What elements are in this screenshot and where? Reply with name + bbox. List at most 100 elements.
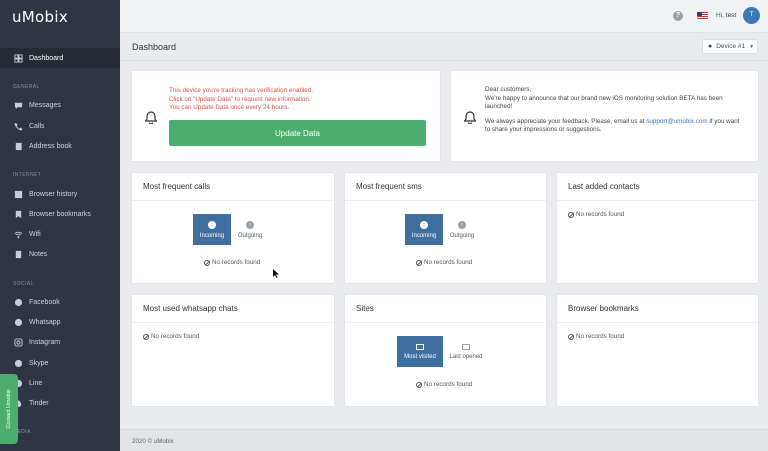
notes-icon <box>13 249 23 259</box>
bell-icon <box>145 111 157 124</box>
card-title: Last added contacts <box>557 173 758 201</box>
device-label: Device #1 <box>716 43 746 50</box>
phone-icon <box>13 121 23 131</box>
outgoing-button[interactable]: ↑ Outgoing <box>443 214 481 245</box>
sidebar-item-label: Notes <box>29 250 48 258</box>
announcement-card: Dear customers, We're happy to announce t… <box>450 70 759 162</box>
sidebar-item-label: Tinder <box>29 399 49 407</box>
sidebar-item-notes[interactable]: Notes <box>0 244 120 264</box>
sidebar-item-facebook[interactable]: Facebook <box>0 292 120 312</box>
section-internet: INTERNET <box>13 172 42 178</box>
announcement-text: Dear customers, We're happy to announce t… <box>485 86 740 133</box>
outgoing-icon: ↑ <box>246 220 254 229</box>
whatsapp-card: Most used whatsapp chats No records foun… <box>131 294 335 407</box>
calls-card: Most frequent calls ↓ Incoming ↑ Outgoing … <box>131 172 335 284</box>
outgoing-icon: ↑ <box>458 220 466 229</box>
bell-icon <box>464 111 476 124</box>
card-title: Most used whatsapp chats <box>132 295 334 323</box>
ban-icon <box>416 259 422 266</box>
copyright-text: 2020 © uMobix <box>132 438 174 445</box>
avatar[interactable]: T <box>743 7 760 24</box>
sidebar-item-messages[interactable]: Messages <box>0 95 120 115</box>
sidebar-item-dashboard[interactable]: Dashboard <box>0 48 120 68</box>
whatsapp-icon <box>13 317 23 327</box>
mouse-cursor-icon <box>273 269 279 278</box>
empty-state: No records found <box>568 211 624 218</box>
card-title: Sites <box>345 295 546 323</box>
empty-state: No records found <box>416 259 472 266</box>
browser-history-icon <box>13 189 23 199</box>
section-social: SOCIAL <box>13 281 34 287</box>
sidebar: uMobix Dashboard GENERAL Messages Calls … <box>0 0 120 451</box>
header-divider <box>120 60 768 61</box>
contact-umobix-tab[interactable]: Contact Umobix <box>0 374 18 444</box>
sidebar-item-tinder[interactable]: Tinder <box>0 393 120 413</box>
incoming-button[interactable]: ↓ Incoming <box>405 214 443 245</box>
us-flag-icon[interactable] <box>697 12 708 20</box>
device-select[interactable]: ● Device #1 ▼ <box>702 39 758 54</box>
card-title: Most frequent calls <box>132 173 334 201</box>
calendar-icon <box>462 343 470 350</box>
wifi-icon <box>13 229 23 239</box>
contact-tab-label: Contact Umobix <box>6 389 12 429</box>
incoming-button[interactable]: ↓ Incoming <box>193 214 231 245</box>
calls-toggle: ↓ Incoming ↑ Outgoing <box>193 214 269 245</box>
empty-state: No records found <box>416 381 472 388</box>
ban-icon <box>568 211 574 218</box>
most-visited-button[interactable]: Most visited <box>397 336 443 367</box>
footer: 2020 © uMobix <box>120 429 768 451</box>
incoming-icon: ↓ <box>208 220 216 229</box>
topbar: ? Hi, test T <box>120 0 768 33</box>
instagram-icon <box>13 337 23 347</box>
chevron-down-icon: ▼ <box>749 43 755 50</box>
sidebar-item-address-book[interactable]: Address book <box>0 136 120 156</box>
sidebar-item-skype[interactable]: Skype <box>0 353 120 373</box>
bookmarks-card: Browser bookmarks No records found <box>556 294 759 407</box>
sms-toggle: ↓ Incoming ↑ Outgoing <box>405 214 481 245</box>
sidebar-item-label: Wifi <box>29 230 41 238</box>
calendar-icon <box>416 343 424 350</box>
update-data-button[interactable]: Update Data <box>169 120 426 146</box>
card-title: Most frequent sms <box>345 173 546 201</box>
facebook-icon <box>13 297 23 307</box>
last-opened-button[interactable]: Last opened <box>443 336 489 367</box>
user-greeting: Hi, test <box>716 12 737 19</box>
page-title: Dashboard <box>132 42 177 52</box>
ban-icon <box>143 333 149 340</box>
empty-state: No records found <box>204 259 260 266</box>
sidebar-item-label: Address book <box>29 142 72 150</box>
empty-state: No records found <box>143 333 199 340</box>
sidebar-item-label: Whatsapp <box>29 318 61 326</box>
support-email-link[interactable]: support@umobix.com <box>646 118 707 125</box>
sidebar-item-label: Browser bookmarks <box>29 210 91 218</box>
sidebar-item-label: Dashboard <box>29 54 64 62</box>
card-title: Browser bookmarks <box>557 295 758 323</box>
contacts-card: Last added contacts No records found <box>556 172 759 284</box>
username: test <box>725 12 737 19</box>
sidebar-item-calls[interactable]: Calls <box>0 116 120 136</box>
skype-icon <box>13 358 23 368</box>
apple-icon: ● <box>708 43 713 50</box>
outgoing-button[interactable]: ↑ Outgoing <box>231 214 269 245</box>
dashboard-icon <box>13 53 23 63</box>
sidebar-item-wifi[interactable]: Wifi <box>0 224 120 244</box>
empty-state: No records found <box>568 333 624 340</box>
help-icon[interactable]: ? <box>673 11 683 21</box>
app-logo[interactable]: uMobix <box>12 8 68 26</box>
sidebar-item-line[interactable]: Line <box>0 373 120 393</box>
message-icon <box>13 100 23 110</box>
section-general: GENERAL <box>13 84 40 90</box>
alert-message: This device you're tracking has verifica… <box>169 87 314 111</box>
sidebar-item-browser-history[interactable]: Browser history <box>0 184 120 204</box>
sms-card: Most frequent sms ↓ Incoming ↑ Outgoing No… <box>344 172 547 284</box>
bookmark-icon <box>13 209 23 219</box>
sidebar-item-instagram[interactable]: Instagram <box>0 332 120 352</box>
sidebar-item-browser-bookmarks[interactable]: Browser bookmarks <box>0 204 120 224</box>
ban-icon <box>204 259 210 266</box>
sidebar-item-whatsapp[interactable]: Whatsapp <box>0 312 120 332</box>
sites-toggle: Most visited Last opened <box>397 336 489 367</box>
sidebar-item-label: Instagram <box>29 338 61 346</box>
sidebar-item-label: Skype <box>29 359 49 367</box>
sites-card: Sites Most visited Last opened No record… <box>344 294 547 407</box>
sidebar-item-label: Line <box>29 379 43 387</box>
